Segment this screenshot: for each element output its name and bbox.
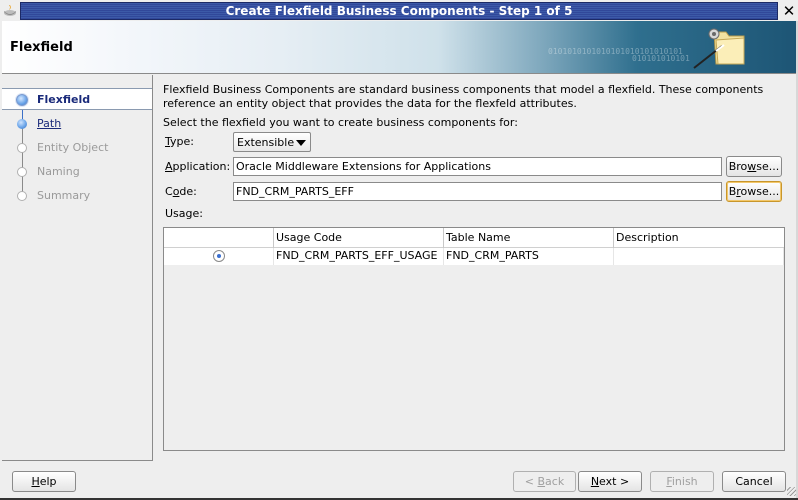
page-description: Flexfield Business Components are standa… bbox=[163, 83, 764, 110]
select-cell[interactable] bbox=[164, 248, 274, 265]
table-header: Usage Code Table Name Description bbox=[164, 228, 784, 248]
cancel-button[interactable]: Cancel bbox=[722, 471, 786, 492]
step-label: Summary bbox=[37, 189, 91, 202]
header-title: Flexfield bbox=[10, 40, 73, 55]
step-path[interactable]: Path bbox=[2, 113, 152, 135]
chevron-down-icon bbox=[296, 140, 306, 146]
finish-button: Finish bbox=[650, 471, 714, 492]
type-label: Type: bbox=[165, 135, 194, 148]
description-cell bbox=[614, 248, 784, 265]
step-flexfield[interactable]: Flexfield bbox=[2, 88, 152, 110]
window-title: Create Flexfield Business Components - S… bbox=[225, 4, 573, 18]
step-future-icon bbox=[17, 167, 27, 177]
back-button: < Back bbox=[513, 471, 576, 492]
step-entity-object: Entity Object bbox=[2, 137, 152, 159]
code-value: FND_CRM_PARTS_EFF bbox=[236, 185, 354, 198]
close-icon[interactable]: ✕ bbox=[781, 2, 797, 20]
wizard-header: Flexfield 0101010101010101010101010101 0… bbox=[2, 21, 796, 74]
step-label: Naming bbox=[37, 165, 80, 178]
table-row[interactable]: FND_CRM_PARTS_EFF_USAGE FND_CRM_PARTS bbox=[164, 248, 784, 265]
code-label: Code: bbox=[165, 185, 197, 198]
window-titlebar: Create Flexfield Business Components - S… bbox=[0, 0, 798, 21]
wizard-steps-sidebar: Flexfield Path Entity Object Naming Summ… bbox=[2, 75, 153, 461]
step-label: Entity Object bbox=[37, 141, 109, 154]
table-name-cell: FND_CRM_PARTS bbox=[444, 248, 614, 265]
binary-decoration-2: 010101010101 bbox=[632, 54, 690, 63]
usage-code-cell: FND_CRM_PARTS_EFF_USAGE bbox=[274, 248, 444, 265]
step-label: Flexfield bbox=[37, 93, 91, 106]
step-summary: Summary bbox=[2, 185, 152, 207]
next-button[interactable]: Next > bbox=[578, 471, 642, 492]
code-browse-button[interactable]: Browse... bbox=[726, 181, 782, 202]
step-label[interactable]: Path bbox=[37, 117, 61, 130]
step-naming: Naming bbox=[2, 161, 152, 183]
application-browse-button[interactable]: Browse... bbox=[726, 156, 782, 177]
usage-label: Usage: bbox=[165, 207, 203, 220]
code-field[interactable]: FND_CRM_PARTS_EFF bbox=[233, 182, 722, 201]
step-future-icon bbox=[17, 143, 27, 153]
application-value: Oracle Middleware Extensions for Applica… bbox=[236, 160, 491, 173]
type-value: Extensible bbox=[237, 136, 295, 149]
column-header-description[interactable]: Description bbox=[614, 228, 784, 248]
folder-wand-icon bbox=[693, 28, 745, 69]
row-radio-button[interactable] bbox=[213, 250, 225, 262]
column-header-table-name[interactable]: Table Name bbox=[444, 228, 614, 248]
usage-table: Usage Code Table Name Description FND_CR… bbox=[163, 227, 785, 451]
select-hint: Select the flexfield you want to create … bbox=[163, 116, 518, 129]
application-field[interactable]: Oracle Middleware Extensions for Applica… bbox=[233, 157, 722, 176]
column-header-usage-code[interactable]: Usage Code bbox=[274, 228, 444, 248]
step-future-icon bbox=[17, 191, 27, 201]
java-cup-icon bbox=[4, 5, 16, 16]
step-current-icon bbox=[16, 94, 28, 106]
help-button[interactable]: Help bbox=[12, 471, 76, 492]
resize-grip-icon[interactable] bbox=[787, 487, 796, 496]
column-header-select[interactable] bbox=[164, 228, 274, 248]
type-dropdown[interactable]: Extensible bbox=[233, 132, 311, 152]
application-label: Application: bbox=[165, 160, 231, 173]
step-visited-icon bbox=[17, 119, 27, 129]
